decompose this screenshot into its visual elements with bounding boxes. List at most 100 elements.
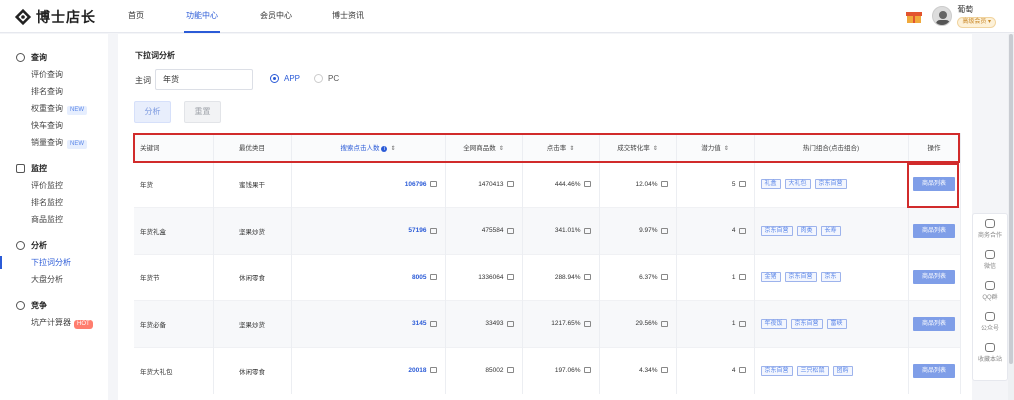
combo-tag[interactable]: 京东自营 bbox=[760, 365, 793, 376]
product-list-button[interactable]: 商品列表 bbox=[913, 223, 955, 238]
combo-tag[interactable]: 京东自营 bbox=[760, 225, 793, 236]
combo-tag[interactable]: 京东自营 bbox=[784, 272, 817, 283]
trend-icon[interactable] bbox=[660, 274, 668, 281]
trend-icon[interactable] bbox=[583, 320, 591, 327]
analyze-button[interactable]: 分析 bbox=[134, 101, 171, 123]
sidebar-group-analysis: 分析 下拉词分析 大盘分析 bbox=[0, 237, 108, 288]
bookmark-link[interactable]: 收藏本站 bbox=[973, 338, 1007, 369]
trend-icon[interactable] bbox=[660, 320, 668, 327]
sidebar-group-title: 监控 bbox=[31, 164, 47, 173]
trend-icon[interactable] bbox=[506, 181, 514, 188]
col-search-clicks[interactable]: 搜索点击人数 i ⇕ bbox=[291, 133, 446, 161]
trend-icon[interactable] bbox=[429, 227, 437, 234]
sort-icon[interactable]: ⇕ bbox=[653, 145, 658, 152]
nav-member-center[interactable]: 会员中心 bbox=[260, 0, 292, 33]
cell-conversion: 12.04% bbox=[599, 160, 677, 208]
gift-icon[interactable] bbox=[906, 9, 923, 23]
combo-tag[interactable]: 年夜饭 bbox=[760, 318, 787, 329]
sidebar-item-sales-query[interactable]: 销量查询 NEW bbox=[16, 134, 108, 151]
combo-tag[interactable]: 长寿 bbox=[820, 225, 841, 236]
avatar[interactable] bbox=[932, 6, 953, 26]
cell-ctr: 288.94% bbox=[522, 253, 600, 301]
cell-ctr: 341.01% bbox=[522, 207, 600, 254]
combo-tag[interactable]: 京东自营 bbox=[814, 179, 847, 190]
trend-icon[interactable] bbox=[583, 274, 591, 281]
sidebar-item-express-query[interactable]: 快车查询 bbox=[16, 117, 108, 134]
sidebar-item-rank-query[interactable]: 排名查询 bbox=[16, 83, 108, 100]
logo[interactable]: 博士店长 bbox=[14, 7, 96, 27]
wechat-link[interactable]: 微信 bbox=[973, 245, 1007, 276]
combo-tag[interactable]: 富峡 bbox=[826, 318, 847, 329]
cell-clicks: 3145 bbox=[291, 300, 446, 347]
sidebar-item-review-query[interactable]: 评价查询 bbox=[16, 66, 108, 83]
sidebar-item-weight-query[interactable]: 权重查询 NEW bbox=[16, 100, 108, 117]
combo-tag[interactable]: 礼盒 bbox=[760, 179, 781, 190]
scrollbar-thumb[interactable] bbox=[1009, 34, 1013, 364]
col-conversion[interactable]: 成交转化率 ⇕ bbox=[599, 133, 677, 161]
combo-tag[interactable]: 大礼包 bbox=[784, 179, 811, 190]
sort-icon[interactable]: ⇕ bbox=[390, 145, 395, 152]
combo-tag[interactable]: 团购 bbox=[832, 365, 853, 376]
combo-tag[interactable]: 金猪 bbox=[760, 272, 781, 283]
product-list-button[interactable]: 商品列表 bbox=[913, 177, 955, 192]
wechat-icon bbox=[985, 250, 995, 259]
trend-icon[interactable] bbox=[506, 367, 514, 374]
nav-home[interactable]: 首页 bbox=[128, 0, 144, 33]
col-ctr[interactable]: 点击率 ⇕ bbox=[522, 133, 600, 161]
nav-news[interactable]: 博士资讯 bbox=[332, 0, 364, 33]
business-cooperation-link[interactable]: 商务合作 bbox=[973, 214, 1007, 245]
cell-hot-combos: 礼盒 大礼包 京东自营 bbox=[754, 160, 909, 208]
trend-icon[interactable] bbox=[429, 367, 437, 374]
cell-potential: 4 bbox=[676, 207, 755, 254]
combo-tag[interactable]: 京东 bbox=[820, 272, 841, 283]
sidebar-item-rank-monitor[interactable]: 排名监控 bbox=[16, 194, 108, 211]
reset-button[interactable]: 重置 bbox=[184, 101, 221, 123]
trend-icon[interactable] bbox=[660, 181, 668, 188]
trend-icon[interactable] bbox=[738, 227, 746, 234]
trend-icon[interactable] bbox=[583, 227, 591, 234]
trend-icon[interactable] bbox=[660, 227, 668, 234]
official-account-link[interactable]: 公众号 bbox=[973, 307, 1007, 338]
trend-icon[interactable] bbox=[660, 367, 668, 374]
trend-icon[interactable] bbox=[429, 320, 437, 327]
sort-icon[interactable]: ⇕ bbox=[569, 145, 574, 152]
product-list-button[interactable]: 商品列表 bbox=[913, 363, 955, 378]
info-icon[interactable]: i bbox=[381, 145, 388, 152]
radio-pc[interactable]: PC bbox=[314, 74, 339, 83]
sidebar-item-dropdown-analysis[interactable]: 下拉词分析 bbox=[0, 254, 108, 271]
trend-icon[interactable] bbox=[583, 181, 591, 188]
trend-icon[interactable] bbox=[506, 227, 514, 234]
trend-icon[interactable] bbox=[738, 181, 746, 188]
combo-tag[interactable]: 三只松鼠 bbox=[796, 365, 829, 376]
sidebar-item-review-monitor[interactable]: 评价监控 bbox=[16, 177, 108, 194]
trend-icon[interactable] bbox=[429, 181, 437, 188]
nav-function-center[interactable]: 功能中心 bbox=[184, 0, 220, 33]
radio-dot bbox=[314, 74, 323, 83]
trend-icon[interactable] bbox=[583, 367, 591, 374]
radio-app[interactable]: APP bbox=[270, 74, 300, 83]
star-icon bbox=[985, 343, 995, 352]
member-level-badge[interactable]: 高级会员 ▾ bbox=[957, 17, 996, 28]
trend-icon[interactable] bbox=[738, 320, 746, 327]
sidebar-item-product-monitor[interactable]: 商品监控 bbox=[16, 211, 108, 228]
trend-icon[interactable] bbox=[506, 320, 514, 327]
sidebar-item-output-calculator[interactable]: 坑产计算器 HOT bbox=[16, 314, 108, 331]
product-list-button[interactable]: 商品列表 bbox=[913, 316, 955, 331]
trend-icon[interactable] bbox=[429, 274, 437, 281]
col-total-goods[interactable]: 全网商品数 ⇕ bbox=[445, 133, 523, 161]
cell-clicks: 8005 bbox=[291, 253, 446, 301]
product-list-button[interactable]: 商品列表 bbox=[913, 270, 955, 285]
trend-icon[interactable] bbox=[506, 274, 514, 281]
combo-tag[interactable]: 肉类 bbox=[796, 225, 817, 236]
scrollbar[interactable] bbox=[1008, 34, 1014, 400]
trend-icon[interactable] bbox=[738, 274, 746, 281]
sidebar-item-market-analysis[interactable]: 大盘分析 bbox=[16, 271, 108, 288]
keyword-input[interactable]: 年货 bbox=[155, 69, 253, 90]
qq-group-link[interactable]: QQ群 bbox=[973, 276, 1007, 307]
trend-icon[interactable] bbox=[738, 367, 746, 374]
sort-icon[interactable]: ⇕ bbox=[499, 145, 504, 152]
col-potential[interactable]: 潜力值 ⇕ bbox=[676, 133, 755, 161]
cell-ctr: 444.46% bbox=[522, 160, 600, 208]
combo-tag[interactable]: 京东自营 bbox=[790, 318, 823, 329]
sort-icon[interactable]: ⇕ bbox=[724, 145, 729, 152]
